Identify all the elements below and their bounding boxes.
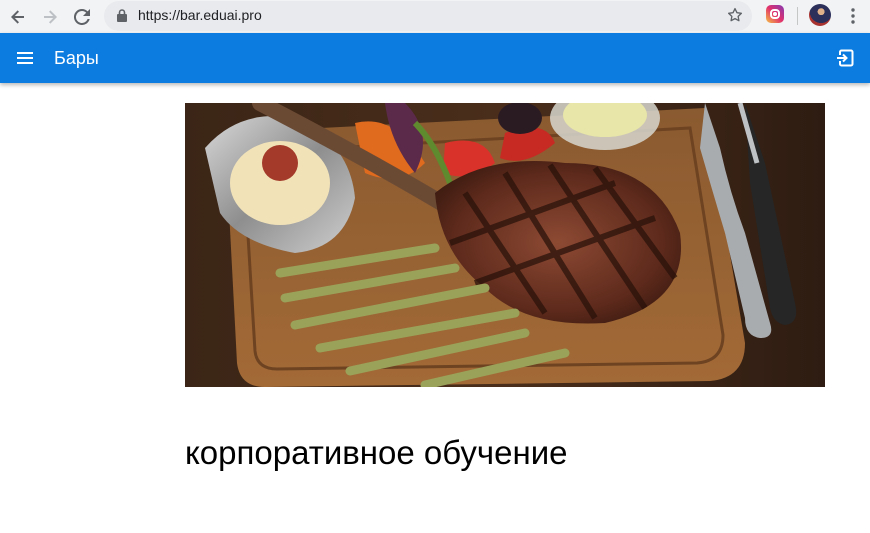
browser-toolbar: https://bar.eduai.pro <box>0 0 870 33</box>
lock-icon <box>117 9 127 22</box>
instagram-icon[interactable] <box>766 5 784 23</box>
page-heading: корпоративное обучение <box>185 434 568 471</box>
app-title: Бары <box>54 48 99 68</box>
logout-icon[interactable] <box>836 49 854 67</box>
toolbar-divider <box>797 7 798 25</box>
url-text[interactable]: https://bar.eduai.pro <box>138 7 262 23</box>
avatar[interactable] <box>809 4 831 26</box>
kebab-menu-icon[interactable] <box>846 6 860 26</box>
address-bar[interactable]: https://bar.eduai.pro <box>104 1 752 31</box>
arrow-right-icon[interactable] <box>37 4 63 30</box>
star-icon[interactable] <box>726 6 744 24</box>
hamburger-icon[interactable] <box>15 50 35 66</box>
reload-icon[interactable] <box>69 4 95 30</box>
steak-on-wooden-board-image <box>185 103 825 387</box>
app-bar: Бары <box>0 33 870 83</box>
arrow-left-icon[interactable] <box>5 4 31 30</box>
